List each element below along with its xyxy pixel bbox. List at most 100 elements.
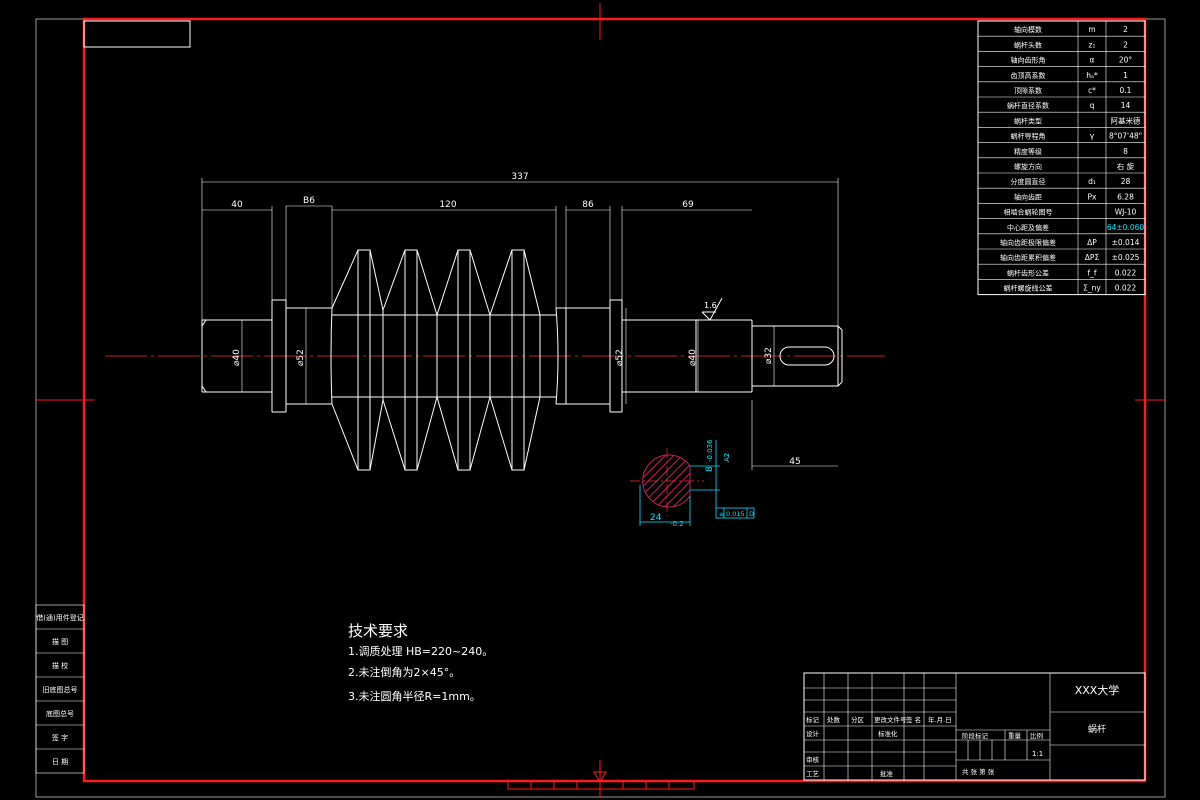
param-label: 顶隙系数 [1014,86,1042,95]
param-value: 28 [1121,177,1131,186]
param-label: 分度圆直径 [1011,177,1046,186]
param-value: 8 [1123,147,1128,156]
param-value: 0.022 [1115,284,1137,293]
param-label: 蜗杆齿形公差 [1007,268,1049,277]
param-label: 轴向模数 [1014,25,1042,34]
strip-label: 日 期 [52,758,68,766]
tech-requirements: 技术要求 1.调质处理 HB=220~240。 2.未注倒角为2×45°。 3.… [348,622,493,703]
dim-d4: ⌀40 [688,349,698,366]
inner-border [82,17,1147,783]
param-label: 轴向齿距累积偏差 [1000,253,1056,262]
param-symbol: q [1090,101,1095,110]
tb-std-label: 标准化 [878,729,898,738]
tech-item: 2.未注倒角为2×45°。 [348,665,460,679]
tb-scale-value: 1:1 [1032,750,1043,758]
param-symbol: z₁ [1089,40,1096,49]
outer-frame [35,18,1166,798]
tb-row-label: 工艺 [806,770,820,778]
param-symbol: Σ_ny [1083,284,1101,293]
tech-item: 1.调质处理 HB=220~240。 [348,645,493,658]
dim-d3: ⌀52 [615,349,625,366]
tb-header: 签 名 [906,715,921,724]
section-width-tol: -0.2 [670,520,684,528]
dim-seg4: 86 [582,200,594,210]
tb-header: 年.月.日 [928,715,952,724]
dim-seg2: B6 [303,196,315,206]
keyway-section: 24 -0.2 8 -0.036 A2 ≡ 0.015 D [630,439,755,528]
param-label: 蜗杆直径系数 [1007,101,1049,110]
param-label: 蜗杆导程角 [1011,132,1046,141]
strip-label: 描 图 [52,637,68,646]
tb-sheets: 共 张 第 张 [962,767,995,776]
param-value: 右 旋 [1117,161,1135,171]
strip-label: 底图总号 [46,709,74,718]
param-value: 8°07'48" [1109,132,1142,141]
param-label: 齿顶高系数 [1011,71,1046,80]
dim-d1: ⌀40 [232,349,242,366]
drawing-code-box [83,20,191,48]
param-symbol: Px [1088,192,1098,201]
dim-keyway-length: 45 [789,457,800,467]
param-value: 6.28 [1117,192,1134,201]
strip-label: 旧底图总号 [43,685,78,694]
param-label: 相啮合蜗轮图号 [1004,208,1053,217]
tb-header: 标记 [806,715,820,724]
param-label: 中心距及偏差 [1007,223,1049,232]
centering-marks [36,3,1165,797]
tb-header: 处数 [827,715,841,724]
param-value: 2 [1123,25,1128,34]
dim-d2: ⌀52 [296,349,306,366]
roughness-value: 1.6 [704,301,717,310]
param-value: 14 [1121,101,1131,110]
param-value: ±0.025 [1112,253,1140,262]
worm-thread [331,249,541,471]
tb-row-label: 设计 [806,729,820,738]
parameter-table: 轴向模数 m 2 蜗杆头数 z₁ 2 轴向齿形角 α 20° 齿顶高系数 hₐ* 1 顶隙系数 c* 0.1… [977,20,1146,296]
datum-letter: D [749,510,754,518]
param-symbol: α [1090,56,1095,65]
tb-approve-label: 批准 [880,769,894,778]
tech-item: 3.未注圆角半径R=1mm。 [348,689,481,703]
tb-weight-label: 重量 [1008,732,1022,740]
dim-seg3: 120 [439,200,456,210]
strip-label: 描 校 [52,661,68,670]
param-symbol: ΔPΣ [1085,253,1100,262]
param-value: ±0.014 [1112,238,1140,247]
title-block: 标记 处数 分区 更改文件号 签 名 年.月.日 设计 审核 工艺 标准化 批准… [803,672,1146,781]
section-depth: 8 [705,466,715,472]
tb-school: XXX大学 [1075,683,1120,697]
tb-part-name: 蜗杆 [1088,723,1106,735]
param-symbol: d₁ [1088,177,1096,186]
tolerance-value: 0.015 [726,510,745,518]
tech-title: 技术要求 [348,622,408,640]
dim-total-length: 337 [511,172,528,182]
strip-label: 借(通)用件登记 [36,613,83,622]
symmetry-symbol: ≡ [719,511,724,518]
param-value: 20° [1119,56,1133,65]
strip-label: 签 字 [52,733,68,742]
param-symbol: γ [1090,132,1095,141]
tb-row-label: 审核 [806,755,820,764]
param-label: 蜗杆头数 [1014,40,1042,49]
left-strip: 借(通)用件登记 描 图 描 校 旧底图总号 底图总号 签 字 日 期 [35,604,85,774]
param-value: 0.022 [1115,268,1137,277]
param-symbol: c* [1088,86,1096,95]
param-label: 蜗杆螺旋线公差 [1004,284,1053,293]
param-symbol: hₐ* [1086,71,1098,80]
drawing-sheet: 借(通)用件登记 描 图 描 校 旧底图总号 底图总号 签 字 日 期 轴向模数… [35,3,1166,798]
section-depth-tol: -0.036 [706,439,714,462]
param-label: 螺旋方向 [1014,162,1042,171]
section-ref: A2 [723,453,731,462]
dimensions [201,178,839,470]
tb-header: 更改文件号 [874,715,907,724]
param-value: 2 [1123,40,1128,49]
param-symbol: ΔP [1087,238,1097,247]
param-value: WJ-10 [1115,208,1137,217]
tb-header: 分区 [851,715,865,724]
section-width: 24 [650,513,662,523]
param-label: 轴向齿形角 [1011,56,1046,65]
param-value: 64±0.060 [1107,223,1145,232]
param-label: 蜗杆类型 [1014,116,1042,125]
param-value: 1 [1123,71,1128,80]
dim-d5: ⌀32 [764,347,774,364]
